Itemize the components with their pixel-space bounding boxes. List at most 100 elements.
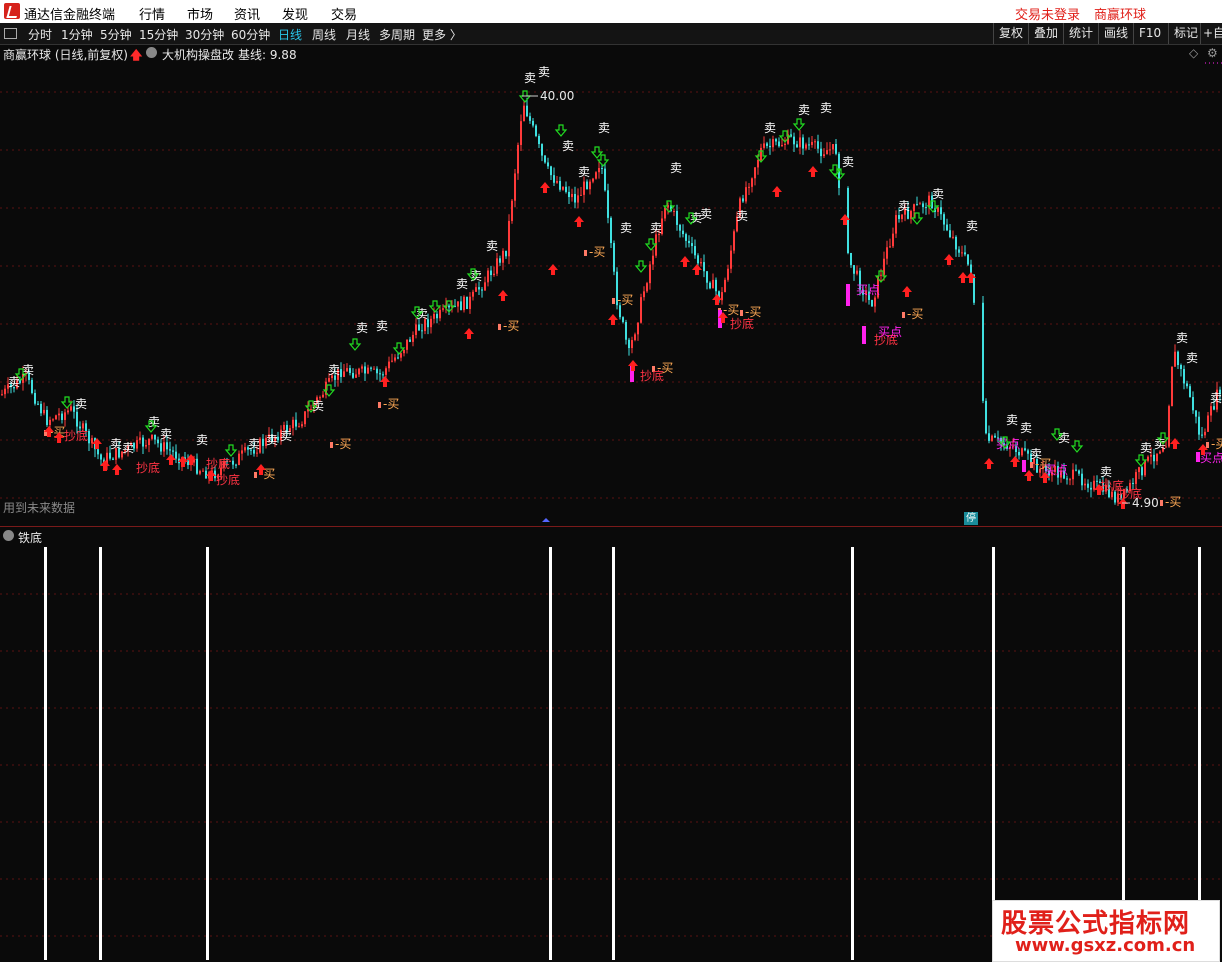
candle-body <box>166 442 168 450</box>
candle-body <box>385 368 387 375</box>
candle-body <box>577 195 579 203</box>
candle-body <box>1198 416 1200 435</box>
bottom-label: 抄底 <box>64 428 88 443</box>
candle-body <box>955 236 957 250</box>
candle-body <box>712 279 714 289</box>
candle-body <box>541 144 543 156</box>
candle-body <box>1072 469 1074 480</box>
sell-label: 卖 <box>456 277 468 291</box>
candle-body <box>1168 406 1170 447</box>
candle-body <box>988 433 990 441</box>
buy-tag-label: -买 <box>589 245 605 259</box>
candle-body <box>55 415 57 420</box>
candle-body <box>835 144 837 154</box>
buy-arrow-icon <box>548 264 558 275</box>
buy-tag-label: -买 <box>907 307 923 321</box>
buy-arrow-icon <box>902 286 912 297</box>
bottom-label: 抄底 <box>206 456 230 471</box>
sell-label: 卖 <box>328 363 340 377</box>
candle-body <box>814 141 816 143</box>
candle-body <box>895 215 897 234</box>
candle-body <box>343 371 345 377</box>
kline-chart[interactable]: 卖卖卖卖 卖卖卖卖卖卖卖卖卖卖 卖卖卖卖卖卖 卖卖卖卖卖 卖卖卖卖 卖卖卖 卖卖卖卖卖卖卖卖… <box>0 0 1222 962</box>
candle-body <box>649 264 651 284</box>
candle-body <box>913 204 915 211</box>
sell-label: 卖 <box>524 71 536 85</box>
panel-separator[interactable] <box>0 526 1222 527</box>
candle-body <box>64 412 66 420</box>
sell-label: 卖 <box>1186 351 1198 365</box>
candle-body <box>205 470 207 479</box>
candle-body <box>367 367 369 374</box>
candle-body <box>1180 365 1182 369</box>
candle-body <box>832 144 834 150</box>
buy-arrow-icon <box>628 360 638 371</box>
candle-body <box>430 318 432 328</box>
candle-body <box>145 445 147 447</box>
candle-body <box>874 297 876 307</box>
candle-body <box>1153 454 1155 462</box>
bottom-label: 抄底 <box>136 460 160 475</box>
buy-arrow-icon <box>540 182 550 193</box>
candle-body <box>400 353 402 358</box>
candle-body <box>688 240 690 244</box>
candle-body <box>901 214 903 219</box>
candle-body <box>1195 410 1197 417</box>
candle-body <box>100 454 102 460</box>
candle-body <box>376 368 378 374</box>
candle-body <box>820 148 822 157</box>
sell-arrow-icon <box>644 238 658 251</box>
candle-body <box>637 322 639 335</box>
candle-body <box>1207 415 1209 432</box>
sell-label: 卖 <box>538 65 550 79</box>
candle-body <box>1 394 3 396</box>
candle-body <box>775 139 777 142</box>
candle-body <box>1147 456 1149 461</box>
sell-label: 卖 <box>562 139 574 153</box>
sell-label: 卖 <box>1140 441 1152 455</box>
candle-body <box>31 379 33 394</box>
sub-indicator-name[interactable]: 铁底 <box>18 529 42 546</box>
candle-body <box>823 154 825 157</box>
tiedi-signal-bar <box>206 547 209 960</box>
sell-label: 卖 <box>736 209 748 223</box>
sell-label: 卖 <box>486 239 498 253</box>
sell-label: 卖 <box>266 433 278 447</box>
candle-body <box>151 434 153 439</box>
candle-body <box>811 141 813 145</box>
candle-body <box>61 413 63 420</box>
candle-body <box>202 470 204 472</box>
candle-body <box>1210 406 1212 416</box>
candle-body <box>589 181 591 190</box>
buy-tick <box>1206 442 1209 448</box>
buy-arrow-icon <box>464 328 474 339</box>
candle-body <box>964 252 966 255</box>
sell-label: 卖 <box>110 437 122 451</box>
candle-body <box>1204 431 1206 436</box>
candle-body <box>34 393 36 404</box>
future-data-note: 用到未来数据 <box>3 501 76 515</box>
low-price-label: 4.90 <box>1132 496 1159 510</box>
candle-body <box>958 249 960 253</box>
candle-body <box>604 168 606 191</box>
candle-body <box>646 283 648 292</box>
buy-tag-label: -买 <box>335 437 351 451</box>
sell-label: 卖 <box>932 187 944 201</box>
candle-body <box>709 282 711 289</box>
sell-arrow-icon <box>428 300 442 313</box>
candle-body <box>952 236 954 238</box>
sell-label: 卖 <box>820 101 832 115</box>
candle-body <box>457 301 459 307</box>
candle-body <box>475 287 477 292</box>
signal-bar <box>862 326 866 344</box>
sell-label: 卖 <box>764 121 776 135</box>
candle-body <box>364 366 366 374</box>
sub-dropdown-icon[interactable] <box>3 530 14 541</box>
candle-body <box>157 439 159 444</box>
candle-body <box>1066 478 1068 480</box>
candle-body <box>1138 467 1140 473</box>
candle-body <box>961 252 963 254</box>
candle-body <box>484 282 486 291</box>
buy-arrow-icon <box>112 464 122 475</box>
candle-body <box>1156 453 1158 462</box>
